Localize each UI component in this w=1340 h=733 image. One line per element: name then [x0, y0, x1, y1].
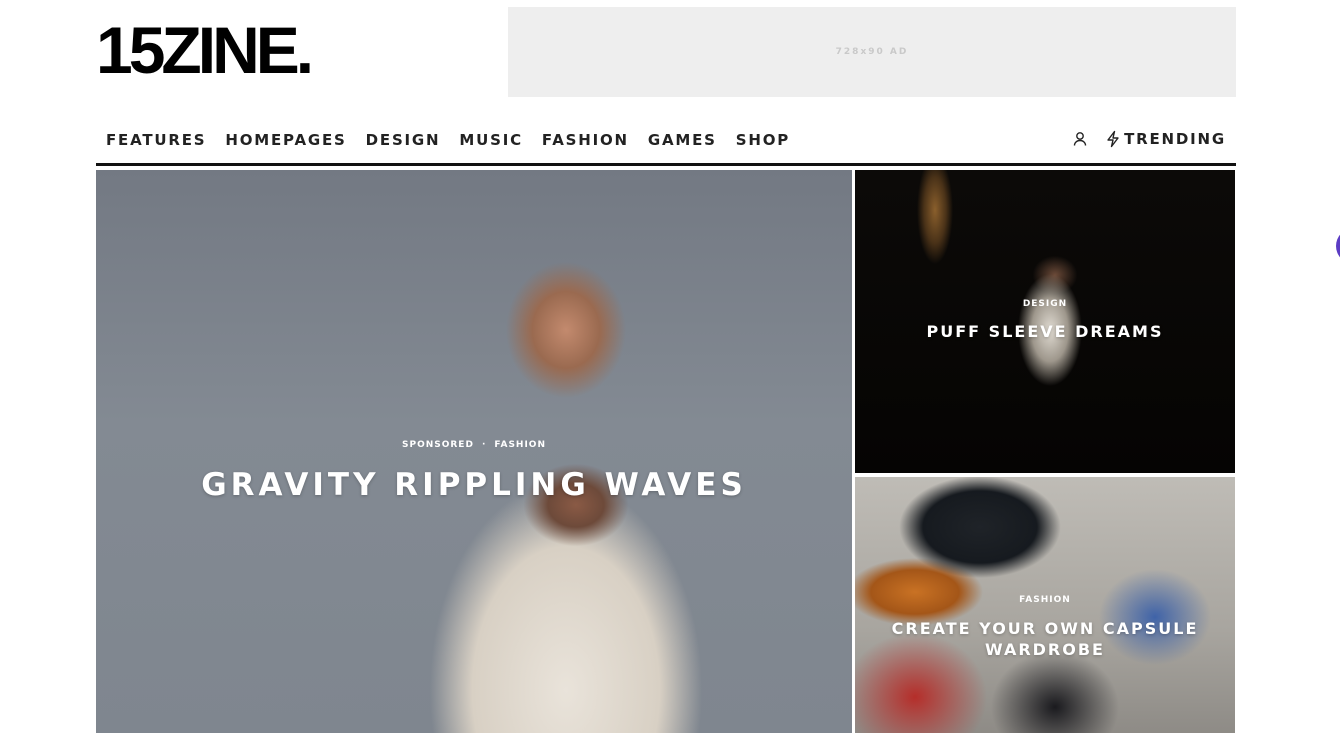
nav-item-design[interactable]: DESIGN [366, 131, 441, 149]
nav-menu: FEATURES HOMEPAGES DESIGN MUSIC FASHION … [106, 131, 809, 149]
side-post-top-category[interactable]: DESIGN [855, 299, 1235, 309]
hero-post-meta: SPONSORED · FASHION [96, 440, 852, 450]
nav-item-music[interactable]: MUSIC [459, 131, 523, 149]
nav-item-games[interactable]: GAMES [648, 131, 717, 149]
ad-label: 728x90 AD [835, 47, 909, 57]
meta-separator: · [481, 440, 487, 450]
side-post-top-overlay: DESIGN PUFF SLEEVE DREAMS [855, 299, 1235, 341]
hero-post-category[interactable]: FASHION [494, 440, 546, 450]
user-icon[interactable] [1071, 130, 1089, 148]
hero-post-overlay: SPONSORED · FASHION GRAVITY RIPPLING WAVES [96, 440, 852, 503]
nav-item-fashion[interactable]: FASHION [542, 131, 629, 149]
sponsored-badge: SPONSORED [401, 440, 474, 450]
site-logo[interactable]: 15ZINE. [96, 17, 314, 83]
main-navigation: FEATURES HOMEPAGES DESIGN MUSIC FASHION … [96, 120, 1236, 166]
nav-item-features[interactable]: FEATURES [106, 131, 206, 149]
side-post-bottom-category[interactable]: FASHION [855, 595, 1235, 605]
ad-banner[interactable]: 728x90 AD [508, 7, 1236, 97]
nav-right-group: TRENDING [1071, 130, 1226, 148]
nav-item-shop[interactable]: SHOP [736, 131, 790, 149]
side-post-card-bottom[interactable]: FASHION CREATE YOUR OWN CAPSULE WARDROBE [855, 477, 1235, 733]
floating-action-button[interactable] [1336, 228, 1340, 264]
hero-post-card[interactable]: SPONSORED · FASHION GRAVITY RIPPLING WAVES [96, 170, 852, 733]
trending-link[interactable]: TRENDING [1124, 130, 1226, 148]
nav-item-homepages[interactable]: HOMEPAGES [225, 131, 346, 149]
bolt-icon [1105, 130, 1121, 148]
side-post-bottom-title[interactable]: CREATE YOUR OWN CAPSULE WARDROBE [855, 618, 1235, 660]
side-post-bottom-overlay: FASHION CREATE YOUR OWN CAPSULE WARDROBE [855, 595, 1235, 660]
side-post-card-top[interactable]: DESIGN PUFF SLEEVE DREAMS [855, 170, 1235, 473]
hero-post-title[interactable]: GRAVITY RIPPLING WAVES [96, 467, 852, 503]
side-post-top-title[interactable]: PUFF SLEEVE DREAMS [855, 322, 1235, 341]
